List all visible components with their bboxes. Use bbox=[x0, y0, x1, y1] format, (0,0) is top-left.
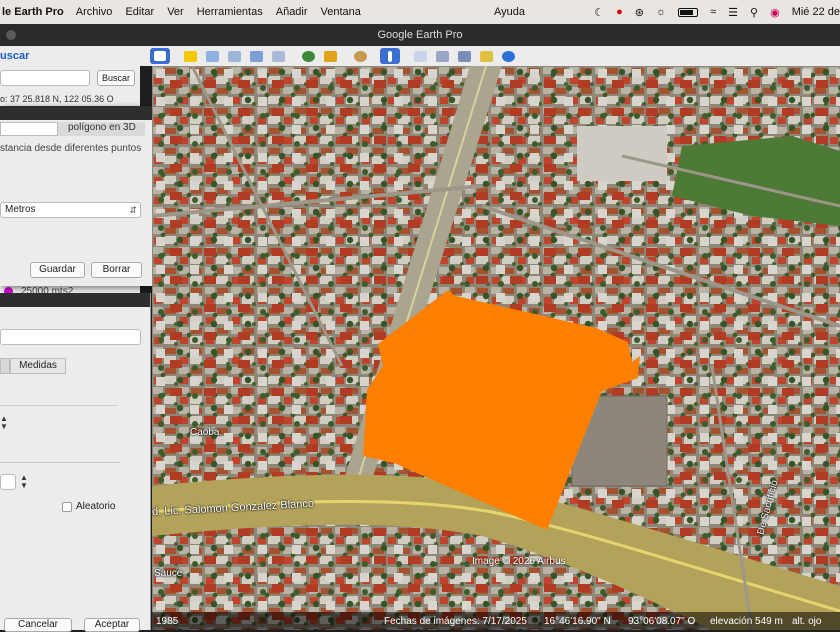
mail-icon bbox=[413, 50, 427, 62]
stepper-arrows-icon[interactable]: ▲ ▼ bbox=[20, 474, 28, 490]
measure-description: stancia desde diferentes puntos bbox=[0, 143, 142, 154]
properties-dialog: Medidas ▲ ▼ ▲ ▼ Aleatorio Cancelar Aceptar bbox=[0, 293, 151, 632]
clear-button[interactable]: Borrar bbox=[91, 262, 142, 278]
battery-icon[interactable] bbox=[678, 7, 699, 17]
toolbar bbox=[140, 46, 840, 66]
menu-ayuda[interactable]: Ayuda bbox=[494, 6, 525, 18]
elevation-readout: elevación 549 m bbox=[710, 615, 783, 627]
imagery-attribution: Image © 2026 Airbus bbox=[472, 556, 566, 567]
eye-altitude-readout: alt. ojo bbox=[792, 615, 822, 627]
menu-archivo[interactable]: Archivo bbox=[76, 6, 113, 18]
sunlight-button[interactable] bbox=[320, 48, 340, 64]
print-button[interactable] bbox=[432, 48, 452, 64]
map-view[interactable]: Caoba d. Lic. Salomon Gonzalez Blanco Sa… bbox=[152, 66, 840, 630]
control-center-icon[interactable]: ☰ bbox=[728, 6, 738, 19]
wifi-icon[interactable]: ≈ bbox=[710, 6, 716, 18]
planet-icon bbox=[353, 50, 367, 62]
menu-ver[interactable]: Ver bbox=[167, 6, 184, 18]
menu-ventana[interactable]: Ventana bbox=[321, 6, 361, 18]
image-icon bbox=[457, 50, 471, 62]
polygon-icon bbox=[205, 50, 219, 62]
tab-path[interactable] bbox=[0, 122, 58, 136]
record-tour-button[interactable] bbox=[268, 48, 288, 64]
earth-gallery-button[interactable] bbox=[498, 48, 518, 64]
menu-herramientas[interactable]: Herramientas bbox=[197, 6, 263, 18]
checkbox-box[interactable] bbox=[62, 501, 72, 512]
path-icon bbox=[227, 50, 241, 62]
tab-polygon-3d[interactable]: polígono en 3D bbox=[58, 122, 145, 136]
search-panel-header[interactable]: uscar bbox=[0, 50, 140, 68]
map-label: Caoba bbox=[190, 427, 220, 438]
hotspot-icon[interactable]: ⊛ bbox=[635, 6, 644, 19]
status-bar: 1985 Fechas de imágenes: 7/17/2025 16°46… bbox=[152, 612, 840, 630]
stepper-arrows-icon[interactable]: ▲ ▼ bbox=[0, 415, 8, 431]
tab-measures[interactable]: Medidas bbox=[10, 358, 66, 374]
pin-icon bbox=[183, 50, 197, 62]
dialog-titlebar bbox=[0, 293, 150, 307]
ruler-button[interactable] bbox=[380, 48, 400, 64]
historical-imagery-button[interactable] bbox=[298, 48, 318, 64]
window-title: Google Earth Pro bbox=[377, 29, 463, 41]
longitude-readout: 93°06'08.07" O bbox=[628, 615, 696, 627]
divider bbox=[0, 462, 120, 463]
window-titlebar: Google Earth Pro bbox=[0, 24, 840, 46]
toggle-sidebar-button[interactable] bbox=[150, 48, 170, 64]
latitude-readout: 16°46'16.90" N bbox=[544, 615, 611, 627]
add-placemark-button[interactable] bbox=[180, 48, 200, 64]
coordinates-readout: o: 37 25.818 N, 122 05.36 O bbox=[0, 94, 114, 104]
units-value: Metros bbox=[5, 204, 36, 215]
map-label: Sauce bbox=[154, 568, 183, 579]
view-in-maps-button[interactable] bbox=[476, 48, 496, 64]
window-close-button[interactable] bbox=[6, 30, 16, 40]
imagery-date: Fechas de imágenes: 7/17/2025 bbox=[384, 615, 527, 627]
print-icon bbox=[435, 50, 449, 62]
sidebar-icon bbox=[154, 51, 166, 61]
overlay-icon bbox=[249, 50, 263, 62]
measure-tabs: polígono en 3D bbox=[0, 122, 145, 136]
name-field[interactable] bbox=[0, 329, 141, 345]
save-button[interactable]: Guardar bbox=[30, 262, 85, 278]
search-icon[interactable]: ⚲ bbox=[750, 6, 758, 19]
random-label: Aleatorio bbox=[76, 501, 116, 512]
search-input[interactable] bbox=[0, 70, 90, 86]
menu-editar[interactable]: Editar bbox=[125, 6, 154, 18]
measure-dialog: polígono en 3D stancia desde diferentes … bbox=[0, 106, 153, 286]
recording-icon[interactable]: ● bbox=[616, 6, 623, 18]
clock[interactable]: Mié 22 de bbox=[792, 6, 840, 18]
number-field[interactable] bbox=[0, 474, 16, 490]
dialog-titlebar bbox=[0, 106, 152, 120]
globe-icon bbox=[501, 50, 515, 62]
menu-anadir[interactable]: Añadir bbox=[276, 6, 308, 18]
history-year: 1985 bbox=[156, 615, 179, 627]
clock-icon bbox=[301, 50, 315, 62]
add-overlay-button[interactable] bbox=[246, 48, 266, 64]
siri-icon[interactable]: ◉ bbox=[770, 6, 780, 19]
email-button[interactable] bbox=[410, 48, 430, 64]
divider bbox=[0, 405, 118, 406]
add-polygon-button[interactable] bbox=[202, 48, 222, 64]
ruler-icon bbox=[388, 50, 392, 62]
app-menu[interactable]: le Earth Pro bbox=[0, 6, 64, 18]
tab-style[interactable] bbox=[0, 358, 10, 374]
moon-icon[interactable]: ☾ bbox=[594, 6, 604, 19]
menu-bar: le Earth Pro Archivo Editar Ver Herramie… bbox=[0, 0, 840, 24]
save-image-button[interactable] bbox=[454, 48, 474, 64]
random-checkbox[interactable]: Aleatorio bbox=[62, 501, 115, 512]
brightness-icon[interactable]: ☼ bbox=[656, 6, 666, 18]
add-path-button[interactable] bbox=[224, 48, 244, 64]
satellite-imagery bbox=[152, 66, 840, 630]
chevron-updown-icon: ⇵ bbox=[129, 205, 137, 215]
properties-tabs: Medidas bbox=[0, 358, 66, 374]
sun-icon bbox=[323, 50, 337, 62]
units-select[interactable]: Metros ⇵ bbox=[0, 202, 141, 218]
map-icon bbox=[479, 50, 493, 62]
tour-icon bbox=[271, 50, 285, 62]
planets-button[interactable] bbox=[350, 48, 370, 64]
search-button[interactable]: Buscar bbox=[97, 70, 135, 86]
